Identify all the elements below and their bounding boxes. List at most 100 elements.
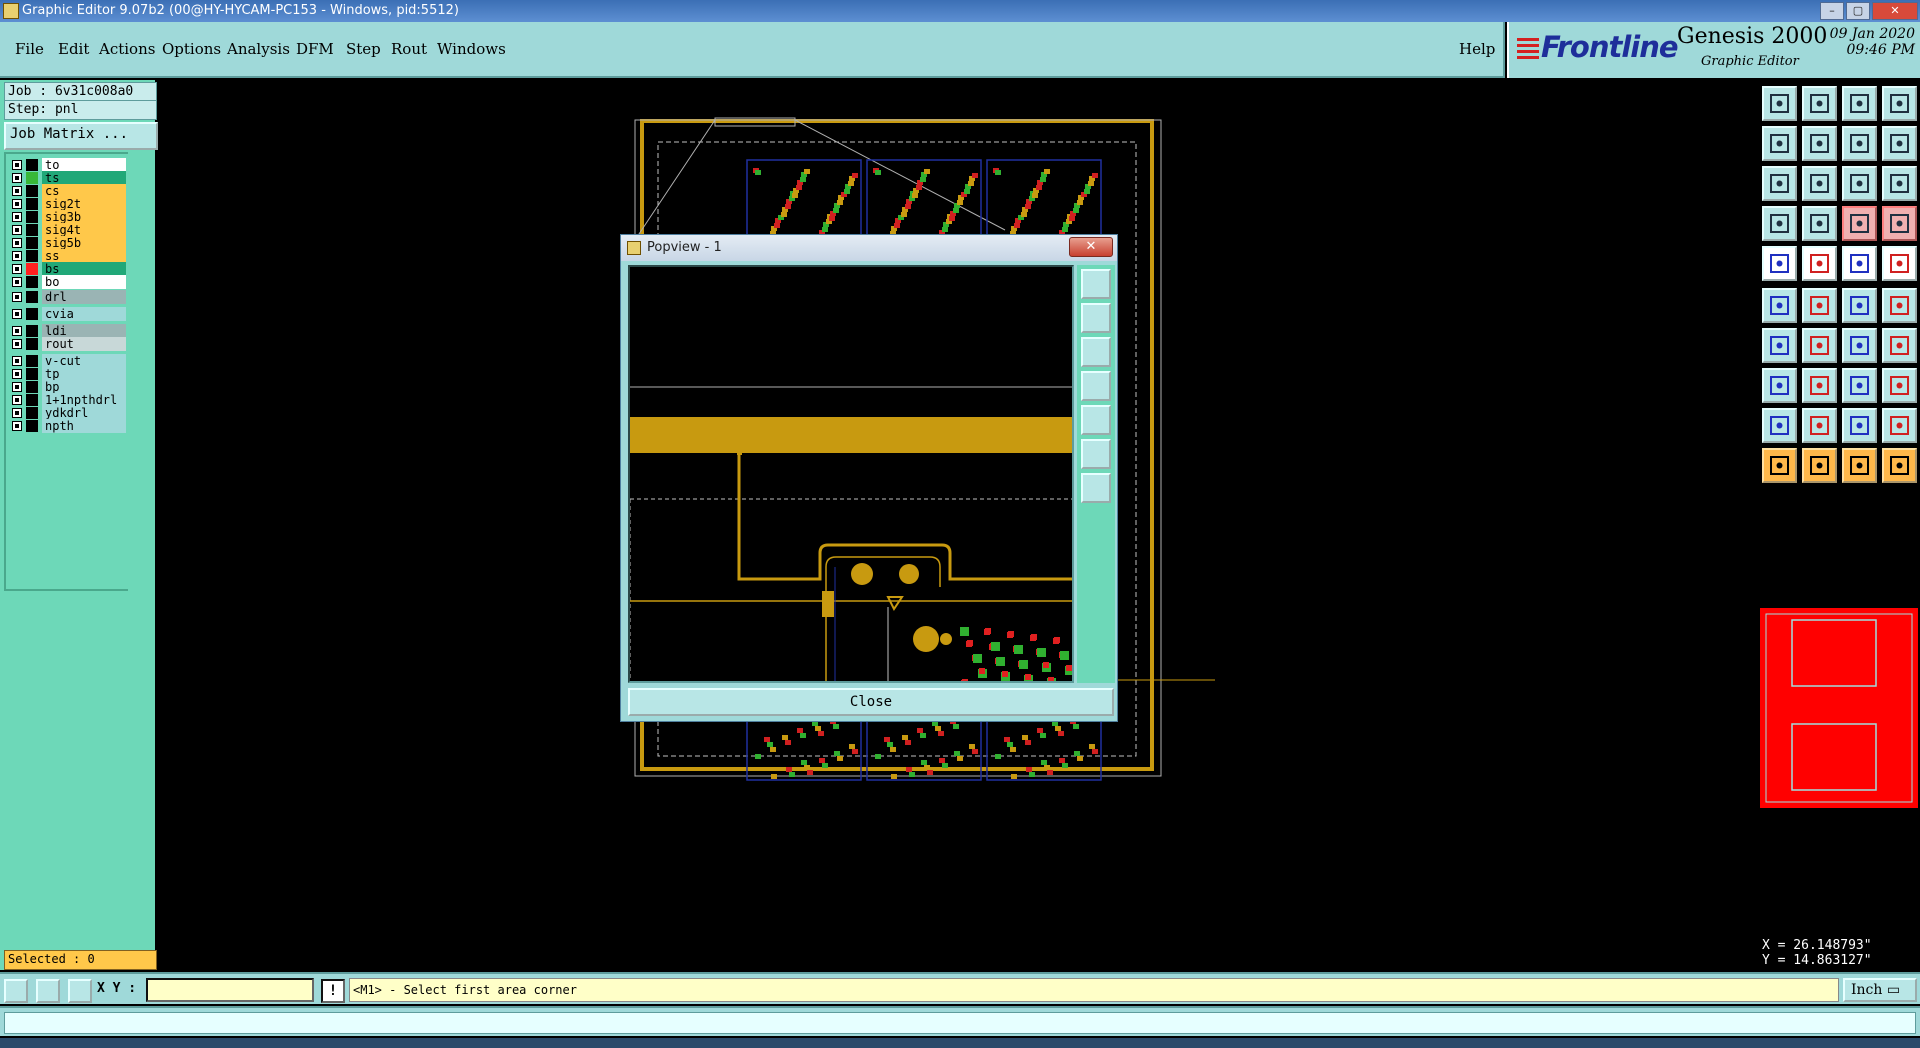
layer-name[interactable]: sig3b — [42, 210, 126, 224]
popview-pan-left-icon[interactable] — [1081, 371, 1111, 401]
layer-checkbox[interactable] — [12, 264, 22, 274]
measure-icon[interactable] — [1842, 246, 1877, 281]
layer-name[interactable]: bp — [42, 380, 126, 394]
layer-checkbox[interactable] — [12, 251, 22, 261]
line-blue-icon[interactable] — [1802, 328, 1837, 363]
layer-row-sig5b[interactable]: sig5b — [8, 236, 126, 250]
popview-zoom-in-icon[interactable] — [1081, 439, 1111, 469]
grid-icon[interactable] — [1802, 206, 1837, 241]
layer-row-cs[interactable]: cs — [8, 184, 126, 198]
layer-color-swatch[interactable] — [26, 338, 38, 350]
layer-color-swatch[interactable] — [26, 325, 38, 337]
layer-name[interactable]: cs — [42, 184, 126, 198]
layer-color-swatch[interactable] — [26, 159, 38, 171]
layer-row-ydkdrl[interactable]: ydkdrl — [8, 406, 126, 420]
layer-row-bs[interactable]: bs — [8, 262, 126, 276]
layer-checkbox[interactable] — [12, 173, 22, 183]
resize-icon[interactable] — [1842, 368, 1877, 403]
menu-step[interactable]: Step — [346, 40, 381, 58]
snap-icon[interactable] — [1762, 206, 1797, 241]
layer-checkbox[interactable] — [12, 395, 22, 405]
pan-icon[interactable] — [1802, 166, 1837, 201]
layer-name[interactable]: npth — [42, 419, 126, 433]
layer-color-swatch[interactable] — [26, 172, 38, 184]
layer-checkbox[interactable] — [12, 339, 22, 349]
layer-color-swatch[interactable] — [26, 420, 38, 432]
layer-name[interactable]: ss — [42, 249, 126, 263]
layer-color-swatch[interactable] — [26, 276, 38, 288]
popview-pan-down-icon[interactable] — [1081, 337, 1111, 367]
layer-name[interactable]: sig2t — [42, 197, 126, 211]
layer-checkbox[interactable] — [12, 309, 22, 319]
save-icon[interactable] — [1802, 86, 1837, 121]
popview-zoom-window-icon[interactable] — [1081, 269, 1111, 299]
disconnect-icon[interactable] — [1882, 288, 1917, 323]
layer-color-swatch[interactable] — [26, 308, 38, 320]
zoom-prev-icon[interactable] — [1762, 126, 1797, 161]
delete-feature-icon[interactable] — [1802, 288, 1837, 323]
layer-name[interactable]: ts — [42, 171, 126, 185]
layer-row-drl[interactable]: drl — [8, 290, 126, 304]
layer-name[interactable]: sig5b — [42, 236, 126, 250]
layer-checkbox[interactable] — [12, 369, 22, 379]
pad-round-icon[interactable] — [1882, 246, 1917, 281]
maximize-button[interactable]: ▢ — [1846, 2, 1870, 20]
popview-close-x-button[interactable]: ✕ — [1069, 237, 1113, 257]
popview-title-bar[interactable]: Popview - 1 ✕ — [621, 235, 1117, 261]
menu-help[interactable]: Help — [1459, 40, 1495, 58]
layer-row-cvia[interactable]: cvia — [8, 307, 126, 321]
layer-name[interactable]: 1+1npthdrl — [42, 393, 126, 407]
select-arrow-icon[interactable] — [1762, 448, 1797, 483]
layer-row-v-cut[interactable]: v-cut — [8, 354, 126, 368]
tri-poly-icon[interactable] — [1842, 408, 1877, 443]
tri-red-icon[interactable] — [1762, 408, 1797, 443]
layer-row-to[interactable]: to — [8, 158, 126, 172]
layer-checkbox[interactable] — [12, 225, 22, 235]
layer-name[interactable]: sig4t — [42, 223, 126, 237]
menu-file[interactable]: File — [15, 40, 44, 58]
popview-pan-up-icon[interactable] — [1081, 303, 1111, 333]
layer-row-1-1npthdrl[interactable]: 1+1npthdrl — [8, 393, 126, 407]
layer-color-swatch[interactable] — [26, 224, 38, 236]
measure-icon[interactable] — [4, 979, 28, 1003]
layer-row-bo[interactable]: bo — [8, 275, 126, 289]
help-icon[interactable] — [1882, 166, 1917, 201]
layer-name[interactable]: v-cut — [42, 354, 126, 368]
layer-name[interactable]: bs — [42, 262, 126, 276]
layer-checkbox[interactable] — [12, 238, 22, 248]
layer-row-tp[interactable]: tp — [8, 367, 126, 381]
filter-icon[interactable] — [1882, 206, 1917, 241]
close-window-button[interactable]: ✕ — [1872, 2, 1918, 20]
layer-color-swatch[interactable] — [26, 368, 38, 380]
layer-checkbox[interactable] — [12, 382, 22, 392]
layer-color-swatch[interactable] — [26, 381, 38, 393]
layer-color-swatch[interactable] — [26, 355, 38, 367]
undo-view-icon[interactable] — [1882, 126, 1917, 161]
layer-row-ts[interactable]: ts — [8, 171, 126, 185]
layer-color-swatch[interactable] — [26, 198, 38, 210]
xy-input[interactable] — [146, 978, 314, 1002]
copy-pad-icon[interactable] — [1762, 368, 1797, 403]
units-select[interactable]: Inch ▭ — [1843, 978, 1917, 1002]
layer-checkbox[interactable] — [12, 277, 22, 287]
layer-row-rout[interactable]: rout — [8, 337, 126, 351]
layer-color-swatch[interactable] — [26, 291, 38, 303]
layer-row-ss[interactable]: ss — [8, 249, 126, 263]
break-line-icon[interactable] — [1802, 368, 1837, 403]
zoom-next-icon[interactable] — [1802, 126, 1837, 161]
flip-icon[interactable] — [1882, 328, 1917, 363]
layer-checkbox[interactable] — [12, 421, 22, 431]
layer-checkbox[interactable] — [12, 408, 22, 418]
layer-checkbox[interactable] — [12, 160, 22, 170]
zoom-home-icon[interactable] — [1762, 166, 1797, 201]
layer-color-swatch[interactable] — [26, 237, 38, 249]
layer-color-swatch[interactable] — [26, 185, 38, 197]
layout-icon[interactable] — [1882, 86, 1917, 121]
layer-checkbox[interactable] — [12, 199, 22, 209]
layer-name[interactable]: rout — [42, 337, 126, 351]
menu-edit[interactable]: Edit — [58, 40, 89, 58]
layer-name[interactable]: tp — [42, 367, 126, 381]
layer-row-sig3b[interactable]: sig3b — [8, 210, 126, 224]
add-surface-icon[interactable] — [1802, 246, 1837, 281]
layer-color-swatch[interactable] — [26, 263, 38, 275]
